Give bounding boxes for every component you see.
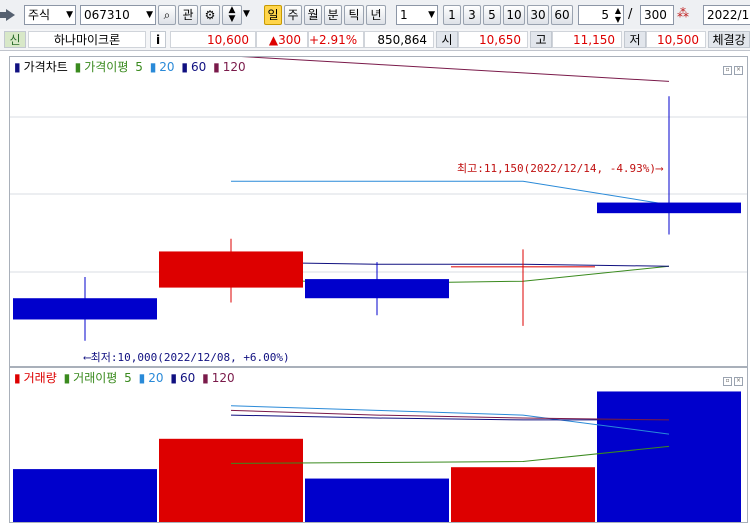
volume-bar [597, 391, 741, 522]
open-price: 10,650 [458, 31, 528, 48]
close-icon[interactable]: × [734, 377, 743, 386]
grid-settings-icon[interactable]: ⁂ [677, 6, 689, 20]
price-legend-title: 가격차트 [23, 60, 68, 74]
volume-bar [13, 469, 157, 522]
volume-legend: ▮ 거래량 ▮ 거래이평 5 ▮ 20 ▮ 60 ▮ 120 [14, 371, 235, 385]
candle-body [13, 298, 157, 320]
interval-30-button[interactable]: 30 [527, 5, 549, 25]
watchlist-button[interactable]: 관 [178, 5, 198, 25]
volume-bar [159, 438, 303, 522]
volume-chart-panel: ▮ 거래량 ▮ 거래이평 5 ▮ 20 ▮ 60 ▮ 120 ▫ × [9, 367, 748, 523]
price-chart-svg [10, 57, 747, 341]
price-legend: ▮ 가격차트 ▮ 가격이평 5 ▮ 20 ▮ 60 ▮ 120 [14, 60, 246, 74]
volume-chart-svg [13, 391, 741, 522]
chevron-down-icon: ▼ [146, 10, 153, 20]
period-month-button[interactable]: 월 [304, 5, 322, 25]
interval-3-button[interactable]: 3 [463, 5, 481, 25]
scroll-stepper[interactable]: ▲ ▼ [222, 5, 242, 25]
volume-window-controls[interactable]: ▫ × [721, 371, 743, 386]
high-label: 고 [530, 31, 552, 48]
period-day-button[interactable]: 일 [264, 5, 282, 25]
display-count-input[interactable]: 5 ▲ ▼ [578, 5, 624, 25]
interval-1-button[interactable]: 1 [443, 5, 461, 25]
minimize-icon[interactable]: ▫ [723, 377, 732, 386]
price-ma-20-line [231, 180, 670, 206]
date-input[interactable]: 2022/12 [703, 5, 750, 25]
volume-ma-20: 20 [148, 371, 164, 385]
total-count-value: 300 [644, 8, 667, 22]
volume-ma-60: 60 [179, 371, 196, 385]
candle-body [451, 266, 595, 268]
search-icon: ⌕ [163, 8, 171, 22]
chevron-down-icon: ▼ [66, 10, 73, 20]
current-price: 10,600 [170, 31, 256, 48]
open-label: 시 [436, 31, 458, 48]
period-year-button[interactable]: 년 [366, 5, 386, 25]
price-chart-panel: ▮ 가격차트 ▮ 가격이평 5 ▮ 20 ▮ 60 ▮ 120 ▫ × 최고:11,150(… [9, 56, 748, 367]
interval-select[interactable]: 1 ▼ [396, 5, 438, 25]
price-ma-120-line [241, 57, 670, 82]
panel-window-controls[interactable]: ▫ × [721, 60, 743, 75]
exec-strength-label: 체결강 [708, 31, 750, 48]
count-separator: / [628, 7, 633, 22]
down-arrow-icon: ▼ [228, 14, 236, 24]
market-select-value: 주식 [28, 8, 51, 22]
date-value: 2022/12 [707, 8, 750, 22]
price-ma-20: 20 [159, 60, 175, 74]
gear-icon: ⚙ [204, 8, 216, 22]
volume-legend-title: 거래량 [23, 371, 57, 385]
low-annotation: ⟵최저:10,000(2022/12/08, +6.00%) [84, 351, 290, 364]
high-annotation: 최고:11,150(2022/12/14, -4.93%)⟶ [457, 162, 663, 175]
price-ma-label: 가격이평 [84, 60, 129, 74]
chevron-down-icon[interactable]: ▼ [243, 9, 250, 19]
display-count-value: 5 [601, 8, 609, 22]
period-tick-button[interactable]: 틱 [344, 5, 364, 25]
stock-name[interactable]: 하나마이크론 [28, 31, 146, 48]
volume-ma-120: 120 [211, 371, 235, 385]
period-minute-button[interactable]: 분 [324, 5, 342, 25]
chevron-down-icon: ▼ [428, 10, 435, 20]
link-arrow-icon[interactable] [0, 9, 15, 21]
chart-toolbar: 주식 ▼ 067310 ▼ ⌕ 관 ⚙ ▲ ▼ ▼ 일 주 월 분 틱 년 1 ▼… [0, 0, 750, 30]
volume-ma-label: 거래이평 [73, 371, 118, 385]
spin-arrows-icon[interactable]: ▲ ▼ [615, 6, 621, 24]
volume-bar [451, 467, 595, 522]
new-flag-badge: 신 [4, 31, 26, 48]
stock-code-input[interactable]: 067310 ▼ [80, 5, 156, 25]
stock-info-bar: 신 하나마이크론 i 10,600 ▲300 +2.91% 850,864 시 … [0, 29, 750, 51]
low-label: 저 [624, 31, 646, 48]
low-price: 10,500 [646, 31, 706, 48]
settings-button[interactable]: ⚙ [200, 5, 220, 25]
info-icon[interactable]: i [150, 31, 166, 48]
search-button[interactable]: ⌕ [158, 5, 176, 25]
interval-value: 1 [400, 8, 408, 22]
candle-body [159, 251, 303, 288]
candle-body [597, 202, 741, 214]
market-select[interactable]: 주식 ▼ [24, 5, 76, 25]
price-change-pct: +2.91% [308, 31, 364, 48]
price-ma-60: 60 [191, 60, 207, 74]
high-price: 11,150 [552, 31, 622, 48]
trade-volume: 850,864 [364, 31, 434, 48]
volume-ma-5: 5 [124, 371, 132, 385]
interval-10-button[interactable]: 10 [503, 5, 525, 25]
interval-5-button[interactable]: 5 [483, 5, 501, 25]
stock-code-value: 067310 [84, 8, 130, 22]
candle-body [305, 279, 449, 299]
close-icon[interactable]: × [734, 66, 743, 75]
price-ma-120: 120 [222, 60, 246, 74]
interval-60-button[interactable]: 60 [551, 5, 573, 25]
period-week-button[interactable]: 주 [284, 5, 302, 25]
price-change: ▲300 [256, 31, 308, 48]
minimize-icon[interactable]: ▫ [723, 66, 732, 75]
price-ma-5: 5 [135, 60, 143, 74]
total-count-input[interactable]: 300 [640, 5, 674, 25]
volume-bar [305, 478, 449, 522]
